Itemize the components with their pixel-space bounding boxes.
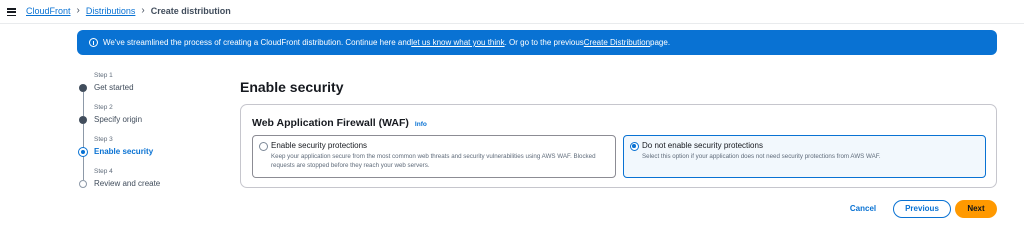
banner-text-3: page. (650, 38, 671, 47)
previous-button[interactable]: Previous (893, 200, 951, 218)
waf-container: Web Application Firewall (WAF) Info Enab… (240, 104, 997, 188)
breadcrumb: CloudFront › Distributions › Create dist… (26, 5, 231, 17)
step-completed-icon (79, 116, 87, 124)
step-pending-icon (79, 180, 87, 188)
next-button[interactable]: Next (955, 200, 997, 218)
info-banner: We've streamlined the process of creatin… (77, 30, 997, 55)
tile-disable-protections[interactable]: Do not enable security protections Selec… (623, 135, 986, 178)
info-link[interactable]: Info (415, 121, 427, 128)
waf-title: Web Application Firewall (WAF) (252, 117, 409, 129)
step-current-icon (78, 147, 88, 157)
tile-enable-protections[interactable]: Enable security protections Keep your ap… (252, 135, 616, 178)
chevron-right-icon: › (76, 5, 80, 16)
tile-title: Do not enable security protections (642, 141, 763, 150)
step-number: Step 2 (94, 104, 113, 111)
feedback-link[interactable]: let us know what you think (411, 38, 504, 47)
step-enable-security[interactable]: Step 3 Enable security (78, 136, 188, 168)
cancel-button[interactable]: Cancel (839, 202, 887, 216)
step-number: Step 3 (94, 136, 113, 143)
breadcrumb-current: Create distribution (150, 6, 231, 16)
create-distribution-link[interactable]: Create Distribution (584, 38, 650, 47)
tile-description: Select this option if your application d… (642, 153, 881, 160)
step-get-started[interactable]: Step 1 Get started (78, 72, 188, 104)
step-number: Step 4 (94, 168, 113, 175)
waf-header: Web Application Firewall (WAF) Info (252, 117, 427, 129)
step-label: Get started (94, 83, 134, 92)
radio-enable-protections[interactable] (259, 142, 268, 151)
step-label: Specify origin (94, 115, 143, 124)
page-title: Enable security (240, 79, 344, 95)
chevron-right-icon: › (141, 5, 145, 16)
tile-title: Enable security protections (271, 141, 368, 150)
top-navigation: CloudFront › Distributions › Create dist… (0, 0, 1024, 24)
tile-description: Keep your application secure from the mo… (271, 153, 596, 169)
hamburger-menu-icon[interactable] (7, 8, 16, 17)
step-label: Enable security (94, 147, 154, 156)
banner-text-1: We've streamlined the process of creatin… (103, 38, 412, 47)
radio-disable-protections[interactable] (630, 142, 639, 151)
banner-text-2: . Or go to the previous (504, 38, 584, 47)
step-completed-icon (79, 84, 87, 92)
wizard-steps: Step 1 Get started Step 2 Specify origin… (78, 72, 188, 200)
step-review-and-create: Step 4 Review and create (78, 168, 188, 200)
info-icon (89, 38, 98, 47)
step-number: Step 1 (94, 72, 113, 79)
step-specify-origin[interactable]: Step 2 Specify origin (78, 104, 188, 136)
breadcrumb-distributions[interactable]: Distributions (86, 6, 136, 16)
breadcrumb-cloudfront[interactable]: CloudFront (26, 6, 71, 16)
step-label: Review and create (94, 179, 161, 188)
